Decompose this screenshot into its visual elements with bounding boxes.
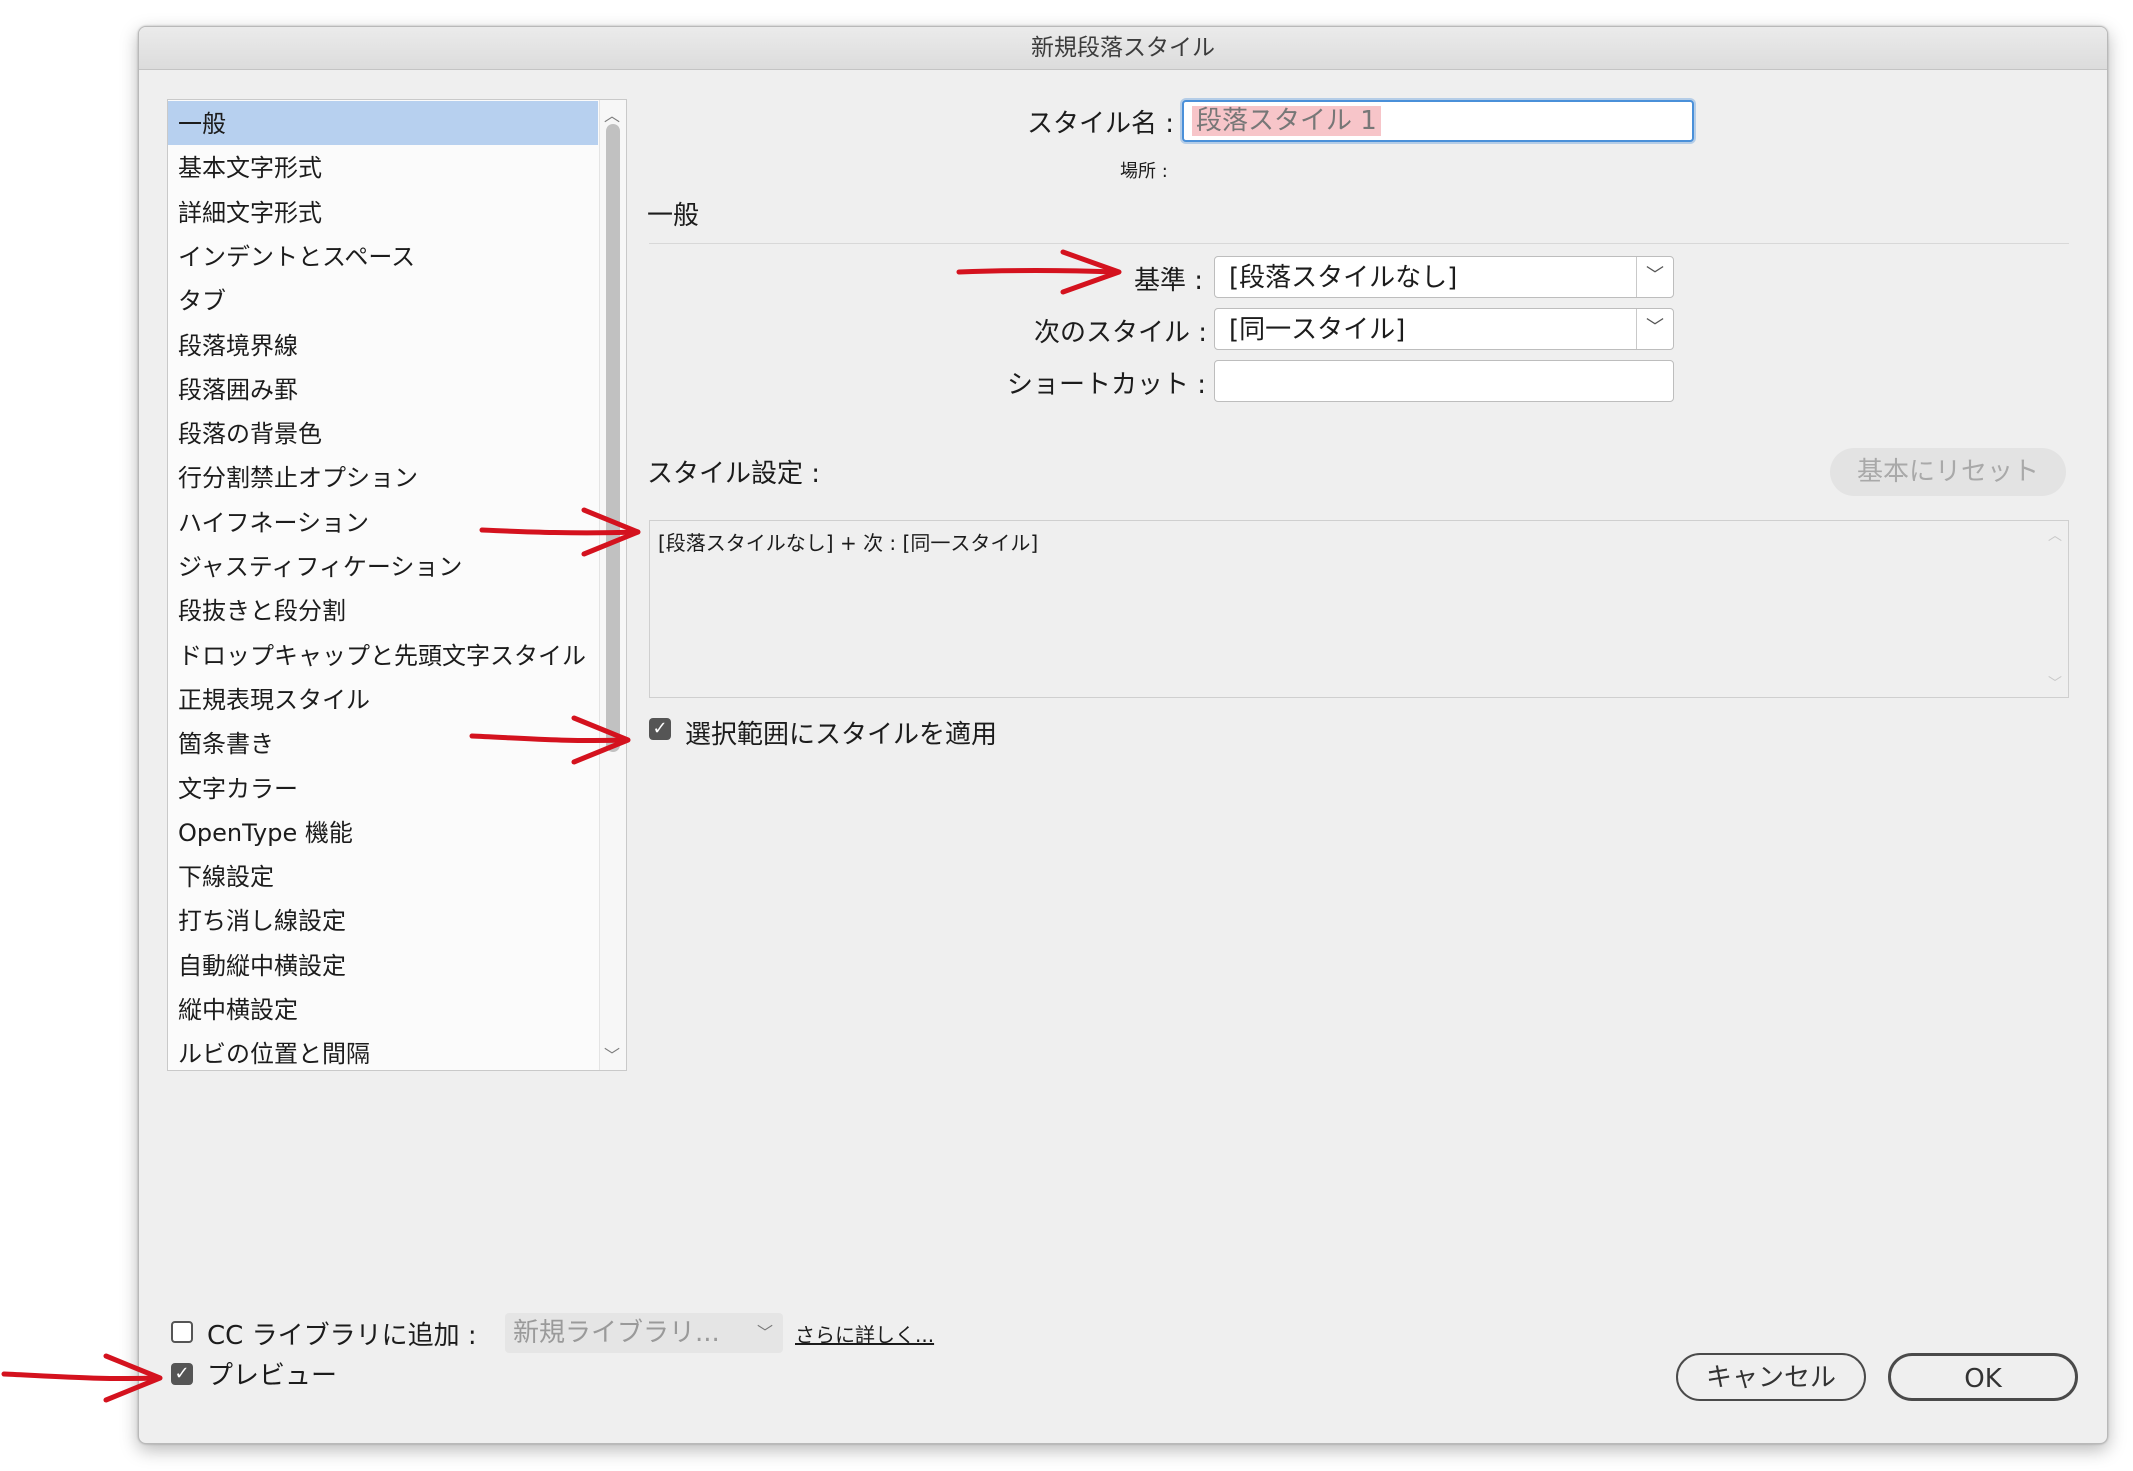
category-item[interactable]: 縦中横設定 <box>168 987 598 1031</box>
category-item[interactable]: OpenType 機能 <box>168 810 598 854</box>
chevron-down-icon: ﹀ <box>1636 257 1673 297</box>
next-style-label: 次のスタイル : <box>1034 318 1208 348</box>
annotation-arrow-based-on <box>956 249 1122 295</box>
new-paragraph-style-dialog: 新規段落スタイル 一般 基本文字形式 詳細文字形式 インデントとスペース タブ 段落境界線… <box>138 26 2108 1444</box>
category-item[interactable]: 行分割禁止オプション <box>168 455 598 499</box>
category-item[interactable]: 打ち消し線設定 <box>168 898 598 942</box>
dialog-title: 新規段落スタイル <box>139 27 2107 70</box>
category-item[interactable]: インデントとスペース <box>168 234 598 278</box>
library-select[interactable]: 新規ライブラリ... ﹀ <box>505 1313 783 1353</box>
style-name-input[interactable]: 段落スタイル 1 <box>1182 100 1694 142</box>
category-item[interactable]: 段落の背景色 <box>168 411 598 455</box>
category-scrollbar[interactable]: ︿ ﹀ <box>599 100 626 1070</box>
category-item[interactable]: 自動縦中横設定 <box>168 943 598 987</box>
preview-label: プレビュー <box>207 1361 338 1391</box>
section-divider <box>649 243 2069 244</box>
preview-checkbox[interactable]: ✓ <box>171 1363 193 1385</box>
annotation-arrow-apply <box>469 715 631 765</box>
cc-library-checkbox[interactable] <box>171 1321 193 1343</box>
category-list[interactable]: 一般 基本文字形式 詳細文字形式 インデントとスペース タブ 段落境界線 段落囲み罫 段落の背… <box>167 99 627 1071</box>
shortcut-input[interactable] <box>1214 360 1674 402</box>
library-select-value: 新規ライブラリ... <box>513 1318 720 1348</box>
style-settings-summary-text: [段落スタイルなし] + 次 : [同一スタイル] <box>658 531 1039 555</box>
scroll-up-icon[interactable]: ︿ <box>604 102 620 126</box>
chevron-down-icon: ﹀ <box>1636 309 1673 349</box>
scroll-down-icon[interactable]: ﹀ <box>604 1042 620 1066</box>
apply-to-selection-label: 選択範囲にスタイルを適用 <box>685 720 998 750</box>
next-style-select[interactable]: [同一スタイル] ﹀ <box>1214 308 1674 350</box>
style-name-label: スタイル名 : <box>1027 109 1175 139</box>
summary-scroll-down-icon: ﹀ <box>2048 676 2062 692</box>
category-item[interactable]: 一般 <box>168 101 598 145</box>
based-on-label: 基準 : <box>1134 266 1204 296</box>
cancel-button[interactable]: キャンセル <box>1676 1353 1866 1401</box>
summary-scroll-up-icon: ︿ <box>2048 528 2062 544</box>
category-item[interactable]: ルビの位置と間隔 <box>168 1031 598 1070</box>
category-item[interactable]: 下線設定 <box>168 854 598 898</box>
chevron-down-icon: ﹀ <box>756 1323 773 1342</box>
category-item[interactable]: 段抜きと段分割 <box>168 588 598 632</box>
category-item[interactable]: タブ <box>168 278 598 322</box>
scrollbar-thumb[interactable] <box>606 124 620 752</box>
reset-to-base-button[interactable]: 基本にリセット <box>1830 448 2066 496</box>
based-on-value: [段落スタイルなし] <box>1229 263 1458 293</box>
category-item[interactable]: 段落囲み罫 <box>168 367 598 411</box>
category-item[interactable]: 段落境界線 <box>168 323 598 367</box>
location-label: 場所 : <box>1120 161 1168 182</box>
annotation-arrow-summary <box>479 507 641 557</box>
style-name-value: 段落スタイル 1 <box>1192 106 1381 136</box>
category-item[interactable]: ドロップキャップと先頭文字スタイル <box>168 633 598 677</box>
shortcut-label: ショートカット : <box>1007 370 1207 400</box>
style-settings-summary: [段落スタイルなし] + 次 : [同一スタイル] ︿ ﹀ <box>649 520 2069 698</box>
style-settings-label: スタイル設定 : <box>647 459 821 489</box>
category-item[interactable]: 詳細文字形式 <box>168 190 598 234</box>
annotation-arrow-preview <box>1 1353 163 1403</box>
next-style-value: [同一スタイル] <box>1229 315 1406 345</box>
cc-library-label: CC ライブラリに追加 : <box>207 1321 477 1351</box>
ok-button[interactable]: OK <box>1888 1353 2078 1401</box>
category-item[interactable]: 文字カラー <box>168 766 598 810</box>
apply-to-selection-checkbox[interactable]: ✓ <box>649 718 671 740</box>
category-item[interactable]: 基本文字形式 <box>168 145 598 189</box>
learn-more-link[interactable]: さらに詳しく... <box>795 1319 934 1348</box>
based-on-select[interactable]: [段落スタイルなし] ﹀ <box>1214 256 1674 298</box>
section-title: 一般 <box>647 201 700 231</box>
